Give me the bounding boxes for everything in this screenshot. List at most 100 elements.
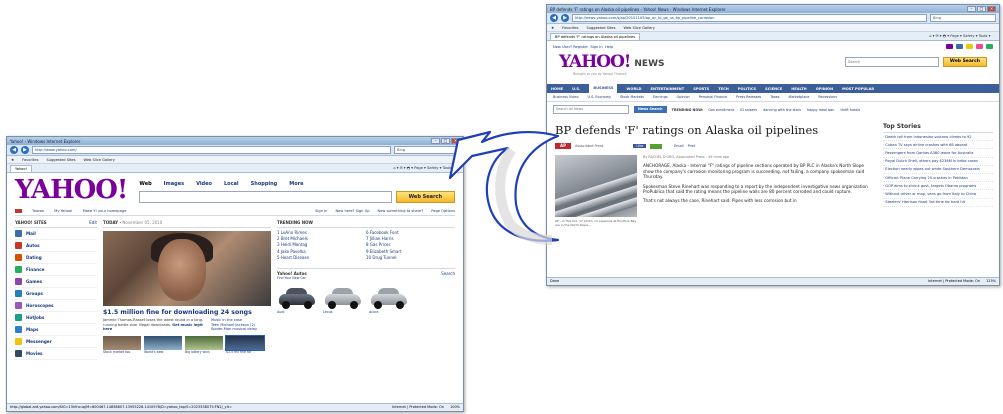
today-headline[interactable]: $1.5 million fine for downloading 24 son… [103,309,271,316]
tab-entertainment[interactable]: ENTERTAINMENT [650,87,684,91]
trending-link[interactable]: Gas enrollment [708,108,734,112]
favorites-star-icon[interactable]: ★ [11,158,14,162]
link-make-homepage[interactable]: Make Y! your homepage [83,209,127,213]
print-link[interactable]: Print [688,144,696,148]
top-story-link[interactable]: · Official: Plane Carrying 20 crashes in… [883,174,993,183]
news-search-input[interactable]: Search [844,57,939,67]
search-all-news-input[interactable]: Search All News [553,105,629,114]
register-link[interactable]: New User? Register [553,45,588,49]
tab-most-popular[interactable]: MOST POPULAR [842,87,874,91]
top-story-link[interactable]: · GOP aims to shrink govt, targets Obama… [883,182,993,191]
subnav-item[interactable]: Stock Markets [620,95,644,99]
sidebar-item-movies[interactable]: Movies [15,348,97,360]
search-tab[interactable]: Shopping [251,181,278,187]
mail-icon[interactable] [956,44,963,49]
like-button[interactable]: Like [633,144,647,148]
forward-arrow-icon[interactable]: ▶ [21,146,29,154]
back-arrow-icon[interactable]: ◀ [10,146,18,154]
search-tab[interactable]: Web [139,181,151,187]
thumbnail-caption[interactable]: Big lottery wins [185,350,223,354]
news-search-button[interactable]: News Search [634,106,667,113]
thumbnail[interactable] [225,334,265,351]
tab-business[interactable]: BUSINESS [589,84,618,93]
top-story-link[interactable]: · Steelers' Harrison fined 3rd time for … [883,199,993,207]
tab-opinion[interactable]: OPINION [816,87,833,91]
sidebar-item-mail[interactable]: Mail [15,228,97,240]
tab-yahoo[interactable]: Yahoo! [10,165,33,172]
subnav-item[interactable]: Business Video [553,95,579,99]
yahoo-icon[interactable] [946,44,953,49]
sign-in-link[interactable]: Sign In [315,209,327,213]
favorites-star-icon[interactable]: ★ [551,26,554,30]
sites-edit-link[interactable]: Edit [89,220,97,225]
sidebar-item-finance[interactable]: Finance [15,264,97,276]
trending-item[interactable]: 5 Heart Disease [277,255,366,260]
zoom-level[interactable]: 100% [450,404,460,411]
subnav-item[interactable]: Recessions [818,95,837,99]
trending-item[interactable]: 3 Heidi Montag [277,242,366,247]
sidebar-item-maps[interactable]: Maps [15,324,97,336]
autos-search[interactable]: Search [441,271,455,276]
tab-u-s-[interactable]: U.S. [572,87,580,91]
favorites-item[interactable]: Favorites [562,26,578,30]
thumbnail-caption[interactable]: $1.5 mil fine for [226,350,264,354]
sidebar-item-dating[interactable]: Dating [15,252,97,264]
sidebar-item-hotjobs[interactable]: HotJobs [15,312,97,324]
car-image[interactable] [323,284,363,310]
top-story-link[interactable]: · Without driver or map, vans go from It… [883,190,993,199]
sign-in-link[interactable]: Sign In [590,45,602,49]
search-tab[interactable]: Local [224,181,239,187]
car-caption[interactable]: Audi [277,310,317,314]
tab-health[interactable]: HEALTH [791,87,806,91]
today-photo[interactable] [103,231,271,306]
back-arrow-icon[interactable]: ◀ [550,14,558,22]
today-related-link[interactable]: Spider-Man musical delay [211,327,271,332]
car-image[interactable] [369,284,409,310]
link-taiwan[interactable]: Taiwan [32,209,44,213]
minimize-button[interactable]: – [967,6,976,12]
sidebar-item-autos[interactable]: Autos [15,240,97,252]
sidebar-item-horoscopes[interactable]: Horoscopes [15,300,97,312]
yahoo-logo[interactable]: YAHOO! [15,177,128,203]
messenger-icon[interactable] [966,44,973,49]
favorites-item[interactable]: Suggested Sites [586,26,615,30]
search-tab[interactable]: More [289,181,303,187]
sidebar-item-messenger[interactable]: Messenger [15,336,97,348]
sign-up-link[interactable]: New here? Sign Up [335,209,369,213]
browser-search-box[interactable]: Bing [930,14,996,22]
subnav-item[interactable]: Press Releases [736,95,761,99]
thumbnail[interactable] [185,335,223,350]
favorites-item[interactable]: Favorites [22,158,38,162]
car-caption[interactable]: Acura [369,310,409,314]
tab-home[interactable]: HOME [551,87,563,91]
yahoo-news-logo[interactable]: YAHOO! [559,52,631,72]
favorites-item[interactable]: Suggested Sites [46,158,75,162]
trending-link[interactable]: ID snipers [740,108,757,112]
tab-world[interactable]: WORLD [626,87,641,91]
address-bar[interactable]: http://news.yahoo.com/s/ap/20101105/ap_o… [572,14,927,22]
share-icon[interactable] [619,144,629,149]
top-story-link[interactable]: · Death toll from Indonesian volcano cli… [883,133,993,142]
yahoo-search-input[interactable] [139,191,392,203]
games-icon[interactable] [986,44,993,49]
thumbnail[interactable] [144,335,182,350]
help-link[interactable]: Help [605,45,613,49]
tab-tech[interactable]: TECH [718,87,729,91]
sidebar-item-groups[interactable]: Groups [15,288,97,300]
subnav-item[interactable]: Opinion [677,95,690,99]
maximize-button[interactable]: □ [977,6,986,12]
car-image[interactable] [277,284,317,310]
tab-politics[interactable]: POLITICS [738,87,756,91]
forward-arrow-icon[interactable]: ▶ [561,14,569,22]
thumbnail-caption[interactable]: Stock market too [103,350,141,354]
subnav-item[interactable]: Personal Finance [699,95,727,99]
trending-item[interactable]: 2 Bret Michaels [277,236,366,241]
trending-link[interactable]: happy meal ban [807,108,834,112]
tab-sports[interactable]: SPORTS [693,87,709,91]
trending-link[interactable]: thrift hotels [840,108,860,112]
autos-subtitle[interactable]: Find Your New Car [277,276,455,280]
top-story-link[interactable]: · Passengers from Qantas A380 leave for … [883,149,993,158]
favorites-item[interactable]: Web Slice Gallery [624,26,655,30]
web-search-button[interactable]: Web Search [942,57,987,67]
tab-science[interactable]: SCIENCE [765,87,782,91]
